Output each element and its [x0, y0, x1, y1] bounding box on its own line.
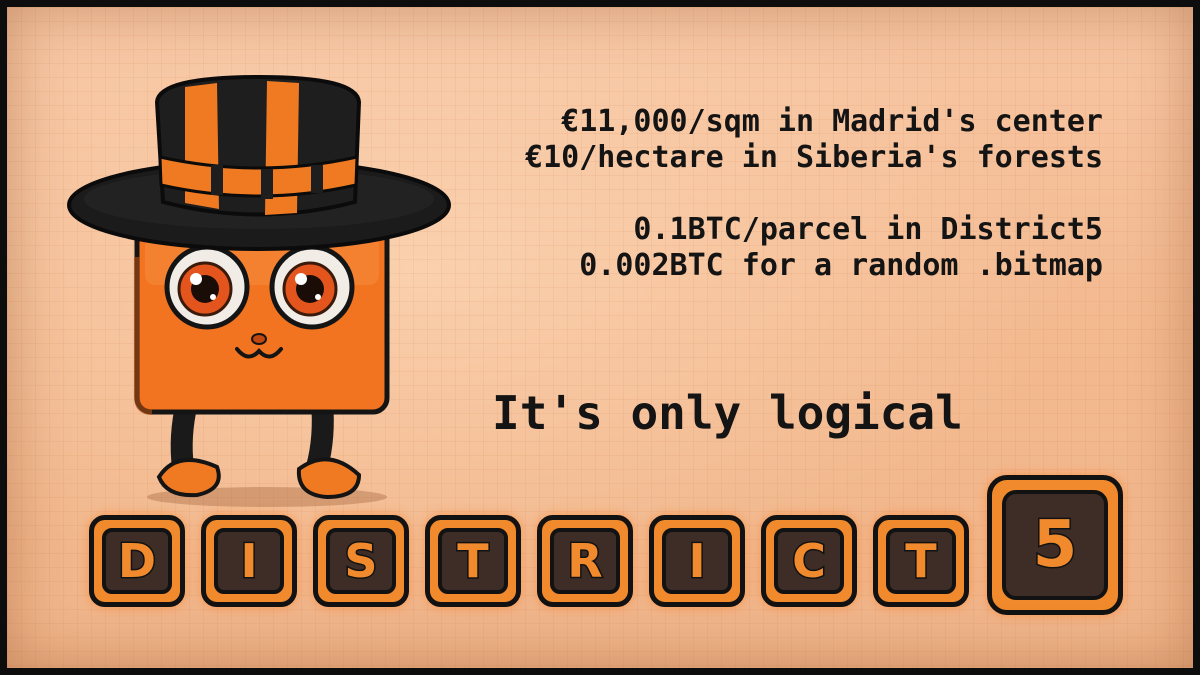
logo-letter: R	[566, 533, 604, 590]
banner: €11,000/sqm in Madrid's center €10/hecta…	[0, 0, 1200, 675]
district5-logo: D I S T R I C T 5	[89, 475, 1129, 625]
logo-tile-i2: I	[649, 515, 745, 607]
logo-letter: I	[687, 533, 707, 590]
logo-letter: T	[456, 533, 490, 590]
logo-letter: T	[904, 533, 938, 590]
logo-tile-t: T	[425, 515, 521, 607]
logo-tile-s: S	[313, 515, 409, 607]
logo-tile-r: R	[537, 515, 633, 607]
price-district5-text: 0.1BTC/parcel in District5	[633, 212, 1103, 247]
logo-tile-i: I	[201, 515, 297, 607]
logo-letter: C	[791, 533, 828, 590]
logo-letter: S	[343, 533, 379, 590]
logo-letter: I	[239, 533, 259, 590]
logo-tile-t2: T	[873, 515, 969, 607]
price-bitmap-text: 0.002BTC for a random .bitmap	[579, 248, 1103, 283]
logo-number: 5	[1031, 507, 1079, 584]
logo-tile-d: D	[89, 515, 185, 607]
tagline: It's only logical	[492, 386, 963, 440]
logo-tile-5: 5	[987, 475, 1123, 615]
logo-tile-c: C	[761, 515, 857, 607]
price-madrid-text: €11,000/sqm in Madrid's center	[561, 104, 1103, 139]
price-siberia-text: €10/hectare in Siberia's forests	[525, 140, 1103, 175]
mascot-cube-with-top-hat-icon	[67, 74, 451, 507]
logo-letter: D	[116, 533, 157, 590]
